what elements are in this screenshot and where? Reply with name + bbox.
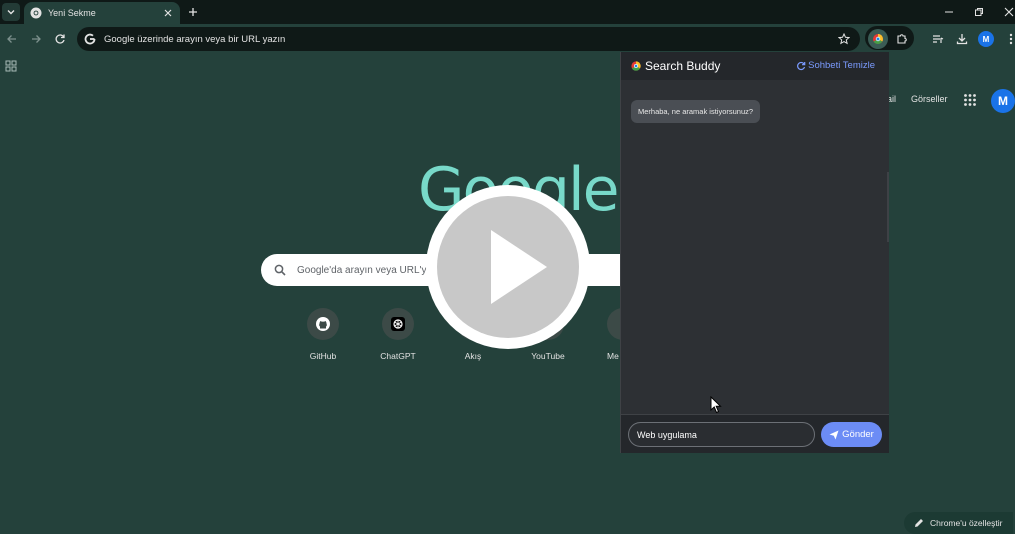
popup-title: Search Buddy xyxy=(645,59,721,73)
shortcut-label: ChatGPT xyxy=(380,351,416,361)
tab-search-button[interactable] xyxy=(2,3,20,21)
google-g-icon xyxy=(83,33,96,46)
mouse-cursor-icon xyxy=(710,396,722,414)
chat-scrollbar[interactable] xyxy=(887,172,889,242)
shortcut-label: GitHub xyxy=(309,351,337,361)
shortcut-partial[interactable]: Me xyxy=(583,308,623,361)
images-link[interactable]: Görseller xyxy=(911,94,948,104)
plus-icon xyxy=(189,8,197,16)
search-buddy-logo-icon xyxy=(873,34,883,44)
refresh-icon xyxy=(797,61,806,70)
clear-chat-label: Sohbeti Temizle xyxy=(808,60,875,71)
profile-avatar-button[interactable]: M xyxy=(978,31,994,47)
customize-chrome-button[interactable]: Chrome'u özelleştir xyxy=(904,512,1013,534)
reload-button[interactable] xyxy=(52,31,68,47)
search-buddy-extension-button[interactable] xyxy=(868,29,888,49)
play-icon xyxy=(491,230,547,304)
shortcut-github[interactable]: GitHub xyxy=(288,308,358,361)
new-tab-button[interactable] xyxy=(185,4,201,20)
chat-input-bar: Gönder xyxy=(621,414,889,453)
toolbar: Google üzerinde arayın veya bir URL yazı… xyxy=(0,24,1015,53)
google-apps-icon[interactable] xyxy=(963,93,977,107)
chrome-icon xyxy=(30,7,42,19)
arrow-left-icon xyxy=(7,35,16,43)
chat-messages: Merhaba, ne aramak istiyorsunuz? xyxy=(621,80,889,414)
ntp-search-placeholder: Google'da arayın veya URL'yi xyxy=(297,264,429,276)
close-window-button[interactable] xyxy=(1001,4,1015,20)
play-button-inner xyxy=(437,196,579,338)
forward-button[interactable] xyxy=(28,31,44,47)
ntp-profile-avatar[interactable]: M xyxy=(991,89,1015,113)
customize-chrome-label: Chrome'u özelleştir xyxy=(930,518,1003,528)
restore-button[interactable] xyxy=(971,4,987,20)
tab-strip: Yeni Sekme xyxy=(0,0,1015,24)
bookmark-star-icon[interactable] xyxy=(836,31,852,47)
close-icon xyxy=(1004,7,1014,17)
tab-new-tab[interactable]: Yeni Sekme xyxy=(24,2,180,24)
media-control-button[interactable] xyxy=(930,31,946,47)
downloads-button[interactable] xyxy=(954,31,970,47)
github-icon xyxy=(307,308,339,340)
tab-title: Yeni Sekme xyxy=(48,8,96,18)
reload-icon xyxy=(55,34,65,44)
video-play-button[interactable] xyxy=(426,185,590,349)
shortcut-label: Akış xyxy=(464,351,482,361)
pencil-icon xyxy=(915,519,923,527)
address-bar-placeholder: Google üzerinde arayın veya bir URL yazı… xyxy=(104,33,286,45)
chatgpt-icon xyxy=(382,308,414,340)
shortcut-chatgpt[interactable]: ChatGPT xyxy=(363,308,433,361)
restore-icon xyxy=(975,8,983,16)
paper-plane-icon xyxy=(829,430,839,439)
chevron-down-icon xyxy=(7,10,15,15)
minimize-icon xyxy=(945,11,953,13)
popup-header: Search Buddy Sohbeti Temizle xyxy=(621,52,889,80)
tab-groups-icon[interactable] xyxy=(5,59,17,72)
back-button[interactable] xyxy=(4,31,20,47)
search-icon xyxy=(273,263,287,277)
arrow-right-icon xyxy=(32,35,41,43)
search-buddy-logo-icon xyxy=(631,61,641,71)
chat-input[interactable] xyxy=(628,422,815,447)
close-tab-icon[interactable] xyxy=(162,7,174,19)
extensions-button[interactable] xyxy=(894,31,910,47)
search-buddy-popup: Search Buddy Sohbeti Temizle Merhaba, ne… xyxy=(620,52,889,453)
download-icon xyxy=(956,34,968,45)
send-button[interactable]: Gönder xyxy=(821,422,882,447)
bot-message: Merhaba, ne aramak istiyorsunuz? xyxy=(631,100,761,123)
shortcut-label: YouTube xyxy=(531,351,565,361)
more-vertical-icon xyxy=(1009,33,1013,45)
puzzle-icon xyxy=(897,34,907,44)
minimize-button[interactable] xyxy=(941,4,957,20)
chrome-menu-button[interactable] xyxy=(1003,31,1015,47)
clear-chat-button[interactable]: Sohbeti Temizle xyxy=(796,60,875,71)
shortcut-label: Me xyxy=(607,351,619,361)
playlist-icon xyxy=(933,35,944,43)
address-bar[interactable]: Google üzerinde arayın veya bir URL yazı… xyxy=(77,27,860,51)
send-label: Gönder xyxy=(842,429,874,440)
